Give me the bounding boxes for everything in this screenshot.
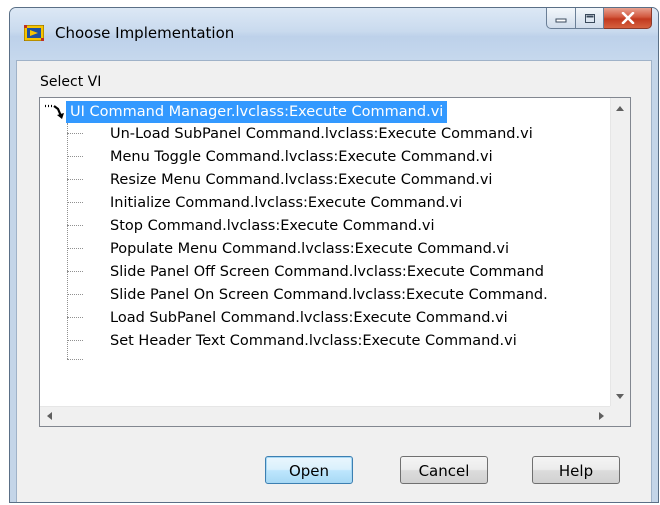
root-arrow-icon — [45, 104, 64, 119]
select-vi-label: Select VI — [40, 74, 102, 90]
tree-child-item[interactable]: Un-Load SubPanel Command.lvclass:Execute… — [110, 123, 533, 145]
tree-child-item[interactable]: Menu Toggle Command.lvclass:Execute Comm… — [110, 146, 493, 168]
help-button[interactable]: Help — [532, 456, 620, 484]
tree-branch — [67, 317, 83, 318]
labview-app-icon — [24, 25, 44, 41]
tree-branch — [67, 225, 83, 226]
title-bar[interactable]: Choose Implementation — [10, 8, 658, 60]
tree-content: UI Command Manager.lvclass:Execute Comma… — [40, 98, 611, 407]
cancel-button[interactable]: Cancel — [400, 456, 488, 484]
minimize-button[interactable] — [546, 8, 576, 29]
tree-child-item[interactable]: Populate Menu Command.lvclass:Execute Co… — [110, 238, 509, 260]
tree-child-item[interactable]: Slide Panel On Screen Command.lvclass:Ex… — [110, 284, 548, 306]
scroll-left-icon[interactable] — [47, 412, 52, 420]
tree-branch — [67, 248, 83, 249]
horizontal-scrollbar[interactable] — [40, 406, 611, 426]
choose-implementation-window: Choose Implementation Select VI UI Comma… — [9, 7, 659, 503]
maximize-button[interactable] — [576, 8, 604, 29]
tree-branch — [67, 271, 83, 272]
open-button[interactable]: Open — [265, 456, 353, 484]
caption-buttons — [546, 8, 652, 30]
tree-connector — [67, 123, 68, 359]
dialog-body: Select VI UI Command Manager.lvclass:Exe… — [16, 60, 652, 502]
maximize-icon — [584, 13, 595, 23]
tree-branch — [67, 340, 83, 341]
close-icon — [621, 12, 634, 24]
tree-branch — [67, 156, 83, 157]
tree-branch — [67, 294, 83, 295]
close-button[interactable] — [604, 8, 652, 29]
tree-branch — [67, 359, 83, 360]
tree-branch — [67, 202, 83, 203]
tree-child-item[interactable]: Initialize Command.lvclass:Execute Comma… — [110, 192, 462, 214]
tree-branch — [67, 179, 83, 180]
scrollbar-corner — [610, 406, 630, 426]
tree-child-item[interactable]: Resize Menu Command.lvclass:Execute Comm… — [110, 169, 492, 191]
tree-child-item[interactable]: Load SubPanel Command.lvclass:Execute Co… — [110, 307, 508, 329]
tree-child-item[interactable]: Slide Panel Off Screen Command.lvclass:E… — [110, 261, 544, 283]
scroll-down-icon[interactable] — [616, 394, 624, 399]
window-title: Choose Implementation — [55, 24, 235, 42]
tree-child-item[interactable]: Stop Command.lvclass:Execute Command.vi — [110, 215, 435, 237]
minimize-icon — [555, 18, 567, 23]
vertical-scrollbar[interactable] — [610, 98, 630, 407]
tree-branch — [67, 133, 83, 134]
tree-root-item[interactable]: UI Command Manager.lvclass:Execute Comma… — [66, 101, 448, 123]
scroll-up-icon[interactable] — [616, 106, 624, 111]
tree-child-item[interactable]: Set Header Text Command.lvclass:Execute … — [110, 330, 517, 352]
scroll-right-icon[interactable] — [599, 412, 604, 420]
vi-tree-list[interactable]: UI Command Manager.lvclass:Execute Comma… — [39, 97, 631, 427]
